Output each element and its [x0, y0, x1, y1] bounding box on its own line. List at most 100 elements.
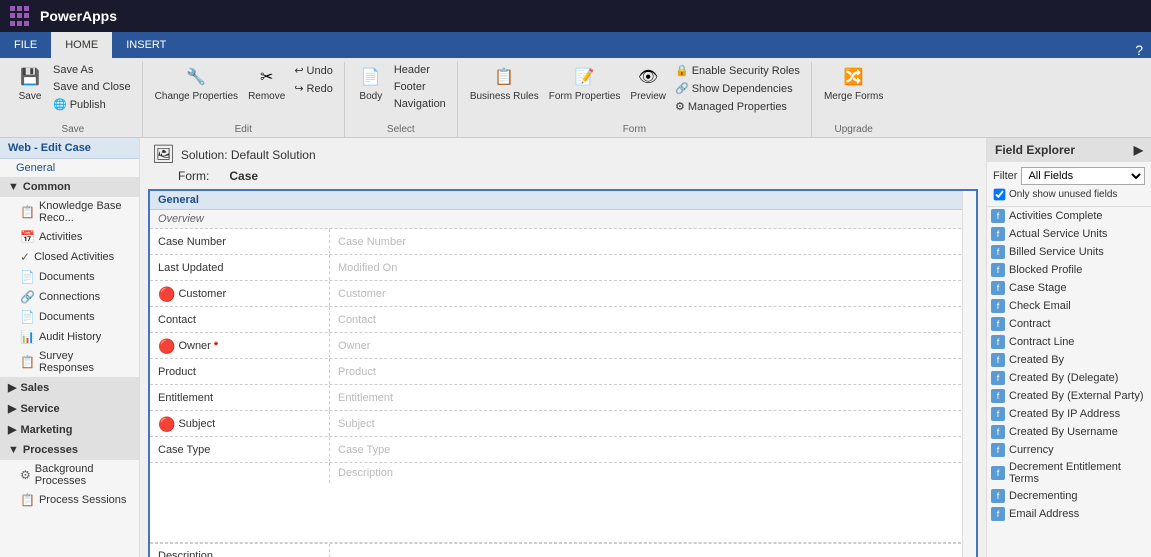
field-item[interactable]: fCreated By (Delegate)	[987, 369, 1151, 387]
save-and-close-button[interactable]: Save and Close	[50, 79, 134, 95]
select-group-label: Select	[387, 124, 415, 137]
field-item[interactable]: fCreated By	[987, 351, 1151, 369]
field-item[interactable]: fBilled Service Units	[987, 243, 1151, 261]
field-item[interactable]: fEmail Address	[987, 505, 1151, 523]
field-item[interactable]: fCheck Email	[987, 297, 1151, 315]
remove-button[interactable]: ✂ Remove	[244, 62, 289, 105]
customer-field[interactable]: Customer	[330, 281, 976, 306]
nav-item-survey-responses[interactable]: 📋 Survey Responses	[0, 347, 139, 377]
web-edit-case-header: Web - Edit Case	[0, 138, 139, 159]
nav-section-processes[interactable]: ▼ Processes	[0, 440, 139, 460]
tab-home[interactable]: HOME	[51, 32, 112, 58]
save-button[interactable]: 💾 Save	[12, 62, 48, 105]
field-item[interactable]: fContract Line	[987, 333, 1151, 351]
nav-item-audit-history[interactable]: 📊 Audit History	[0, 327, 139, 347]
header-button[interactable]: Header	[391, 62, 449, 78]
center-canvas: 🖼 Solution: Default Solution Form: Case …	[140, 138, 986, 557]
navigation-label: Navigation	[394, 98, 446, 110]
case-number-field[interactable]: Case Number	[330, 229, 976, 254]
documents-1-icon: 📄	[20, 270, 35, 284]
nav-item-process-sessions[interactable]: 📋 Process Sessions	[0, 490, 139, 510]
field-type-icon: f	[991, 443, 1005, 457]
nav-item-closed-activities[interactable]: ✓ Closed Activities	[0, 247, 139, 267]
last-updated-field[interactable]: Modified On	[330, 255, 976, 280]
form-properties-button[interactable]: 📝 Form Properties	[545, 62, 625, 105]
contact-field[interactable]: Contact	[330, 307, 976, 332]
enable-security-button[interactable]: 🔒 Enable Security Roles	[672, 62, 803, 79]
save-as-button[interactable]: Save As	[50, 62, 134, 78]
entitlement-field[interactable]: Entitlement	[330, 385, 976, 410]
product-field[interactable]: Product	[330, 359, 976, 384]
publish-button[interactable]: 🌐 Publish	[50, 96, 134, 113]
footer-button[interactable]: Footer	[391, 79, 449, 95]
field-item[interactable]: fCreated By IP Address	[987, 405, 1151, 423]
nav-section-common[interactable]: ▼ Common	[0, 177, 139, 197]
owner-field[interactable]: Owner	[330, 333, 976, 358]
nav-section-sales[interactable]: ▶ Sales	[0, 377, 139, 398]
show-unused-checkbox[interactable]	[994, 189, 1006, 201]
filter-label: Filter	[993, 170, 1017, 182]
nav-item-background-processes[interactable]: ⚙ Background Processes	[0, 460, 139, 490]
redo-button[interactable]: ↪ Redo	[291, 80, 336, 97]
field-item[interactable]: fActual Service Units	[987, 225, 1151, 243]
owner-label: 🔴 Owner *	[150, 333, 330, 358]
field-item[interactable]: fDecrementing	[987, 487, 1151, 505]
field-item[interactable]: fBlocked Profile	[987, 261, 1151, 279]
form-row-case-type: Case Type Case Type	[150, 437, 976, 463]
app-grid-icon	[10, 6, 30, 26]
undo-button[interactable]: ↩ Undo	[291, 62, 336, 79]
field-item[interactable]: fActivities Complete	[987, 207, 1151, 225]
field-item[interactable]: fContract	[987, 315, 1151, 333]
description-area: Description	[150, 463, 976, 543]
entitlement-label: Entitlement	[150, 385, 330, 410]
show-dependencies-button[interactable]: 🔗 Show Dependencies	[672, 80, 803, 97]
navigation-button[interactable]: Navigation	[391, 96, 449, 112]
nav-section-service[interactable]: ▶ Service	[0, 398, 139, 419]
redo-icon: ↪	[294, 82, 303, 95]
field-type-icon: f	[991, 466, 1005, 480]
main-area: Web - Edit Case General ▼ Common 📋 Knowl…	[0, 138, 1151, 557]
description-placeholder: Description	[330, 463, 976, 483]
business-rules-button[interactable]: 📋 Business Rules	[466, 62, 543, 105]
change-properties-button[interactable]: 🔧 Change Properties	[151, 62, 242, 105]
nav-item-activities[interactable]: 📅 Activities	[0, 227, 139, 247]
merge-forms-button[interactable]: 🔀 Merge Forms	[820, 62, 887, 105]
field-item[interactable]: fCurrency	[987, 441, 1151, 459]
field-type-icon: f	[991, 299, 1005, 313]
field-type-icon: f	[991, 227, 1005, 241]
description-field[interactable]	[330, 544, 976, 557]
tab-insert[interactable]: INSERT	[112, 32, 180, 58]
ribbon-upgrade-buttons: 🔀 Merge Forms	[820, 62, 887, 124]
field-item[interactable]: fDecrement Entitlement Terms	[987, 459, 1151, 487]
case-type-field[interactable]: Case Type	[330, 437, 976, 462]
form-name: Case	[229, 169, 258, 183]
field-item[interactable]: fCase Stage	[987, 279, 1151, 297]
nav-item-documents-2[interactable]: 📄 Documents	[0, 307, 139, 327]
tab-file[interactable]: FILE	[0, 32, 51, 58]
field-explorer-expand-icon[interactable]: ▶	[1134, 143, 1143, 157]
help-icon[interactable]: ?	[1135, 42, 1143, 58]
managed-properties-button[interactable]: ⚙ Managed Properties	[672, 98, 803, 115]
process-sessions-label: Process Sessions	[39, 494, 126, 506]
body-button[interactable]: 📄 Body	[353, 62, 389, 105]
case-type-label: Case Type	[150, 437, 330, 462]
nav-general-link[interactable]: General	[0, 159, 139, 177]
preview-button[interactable]: 👁 Preview	[626, 62, 670, 105]
field-type-icon: f	[991, 263, 1005, 277]
form-row-case-number: Case Number Case Number	[150, 229, 976, 255]
field-item[interactable]: fCreated By Username	[987, 423, 1151, 441]
nav-item-knowledge-base[interactable]: 📋 Knowledge Base Reco...	[0, 197, 139, 227]
overview-label: Overview	[158, 213, 204, 225]
nav-item-documents-1[interactable]: 📄 Documents	[0, 267, 139, 287]
field-item[interactable]: fCreated By (External Party)	[987, 387, 1151, 405]
subject-field[interactable]: Subject	[330, 411, 976, 436]
canvas-scrollbar[interactable]	[962, 191, 976, 557]
form-row-customer: 🔴 Customer Customer	[150, 281, 976, 307]
filter-select[interactable]: All Fields	[1021, 167, 1145, 185]
field-type-icon: f	[991, 245, 1005, 259]
marketing-label: Marketing	[20, 424, 72, 436]
nav-item-connections[interactable]: 🔗 Connections	[0, 287, 139, 307]
nav-section-marketing[interactable]: ▶ Marketing	[0, 419, 139, 440]
remove-icon: ✂	[255, 65, 279, 89]
body-label: Body	[359, 91, 382, 102]
